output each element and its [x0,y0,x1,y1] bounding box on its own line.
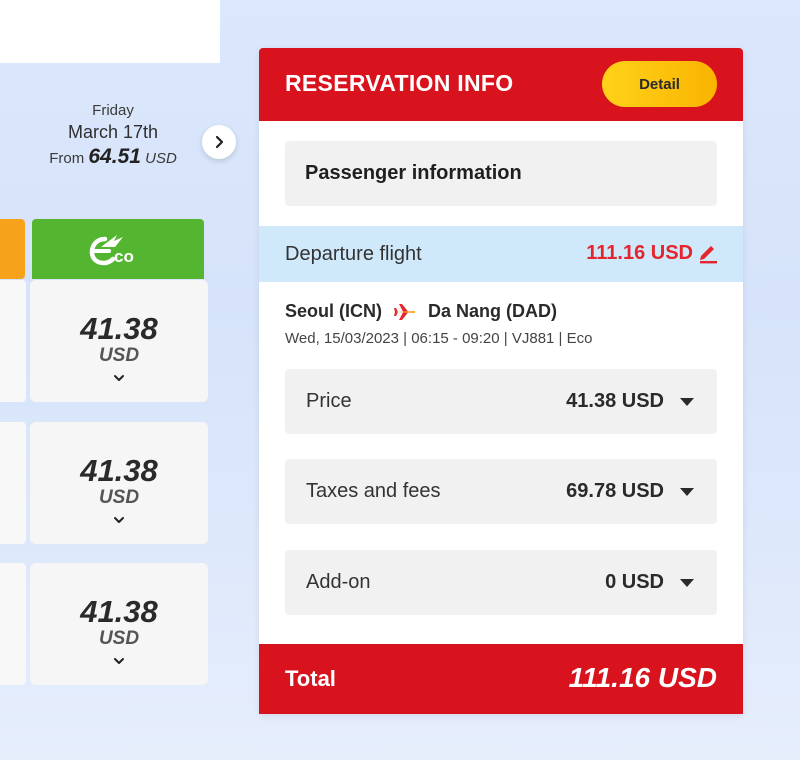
fare-cell-other[interactable] [0,280,26,402]
fare-class-tab-other[interactable] [0,219,25,279]
reservation-panel: RESERVATION INFO Detail Passenger inform… [259,48,743,714]
chevron-down-icon[interactable] [113,515,125,525]
taxes-fees-label: Taxes and fees [306,480,441,502]
price-label: Price [306,390,352,412]
date-from-price: From 64.51 USD [30,144,196,172]
caret-down-icon[interactable] [679,397,695,407]
chevron-right-icon [215,135,224,149]
fare-row: 41.38 USD [0,563,208,685]
fare-class-tab-eco[interactable]: co [32,219,204,279]
fare-amount: 41.38 [80,311,158,346]
chevron-down-icon[interactable] [113,656,125,666]
fare-cell-eco[interactable]: 41.38 USD [30,563,208,685]
eco-logo-icon: co [89,235,134,266]
svg-text:co: co [114,247,134,266]
fare-currency: USD [98,345,140,366]
addon-label: Add-on [306,571,371,593]
taxes-fees-value: 69.78 USD [566,480,664,502]
fare-cell-other[interactable] [0,563,26,685]
price-row[interactable]: Price 41.38 USD [285,369,717,434]
taxes-fees-row[interactable]: Taxes and fees 69.78 USD [285,459,717,524]
fare-row: 41.38 USD [0,422,208,544]
next-date-button[interactable] [202,125,236,159]
route-destination: Da Nang (DAD) [428,301,557,321]
reservation-title: RESERVATION INFO [285,70,514,96]
fare-cell-other[interactable] [0,422,26,544]
from-price-currency: USD [145,150,177,167]
fare-cell-eco[interactable]: 41.38 USD [30,280,208,402]
total-amount: 111.16 USD [568,662,717,693]
top-left-panel [0,0,220,63]
passenger-information-button[interactable]: Passenger information [285,141,717,206]
detail-button[interactable]: Detail [602,61,717,107]
from-label: From [49,150,85,167]
fare-currency: USD [98,628,140,649]
price-value: 41.38 USD [566,390,664,412]
edit-pencil-icon[interactable] [697,240,719,264]
flight-route: Seoul (ICN) Da Nang (DAD) [285,301,557,322]
fare-currency: USD [98,487,140,508]
chevron-down-icon[interactable] [113,373,125,383]
departure-flight-amount: 111.16 USD [586,242,693,264]
from-price-value: 64.51 [88,145,141,168]
reservation-header: RESERVATION INFO Detail [259,48,743,121]
airplane-icon [394,303,416,320]
fare-amount: 41.38 [80,453,158,488]
addon-value: 0 USD [605,571,664,593]
total-bar: Total 111.16 USD [259,644,743,714]
fare-row: 41.38 USD [0,280,208,402]
date-month-day: March 17th [67,122,159,142]
fare-amount: 41.38 [80,594,158,629]
date-day: Friday [92,102,134,119]
caret-down-icon[interactable] [679,578,695,588]
addon-row[interactable]: Add-on 0 USD [285,550,717,615]
fare-cell-eco[interactable]: 41.38 USD [30,422,208,544]
caret-down-icon[interactable] [679,487,695,497]
departure-flight-bar: Departure flight 111.16 USD [259,226,743,282]
date-selector-next-day[interactable]: Friday March 17th From 64.51 USD [30,102,196,172]
total-label: Total [285,666,336,691]
route-origin: Seoul (ICN) [285,301,382,321]
departure-flight-label: Departure flight [285,243,422,265]
flight-meta: Wed, 15/03/2023 | 06:15 - 09:20 | VJ881 … [285,330,593,347]
